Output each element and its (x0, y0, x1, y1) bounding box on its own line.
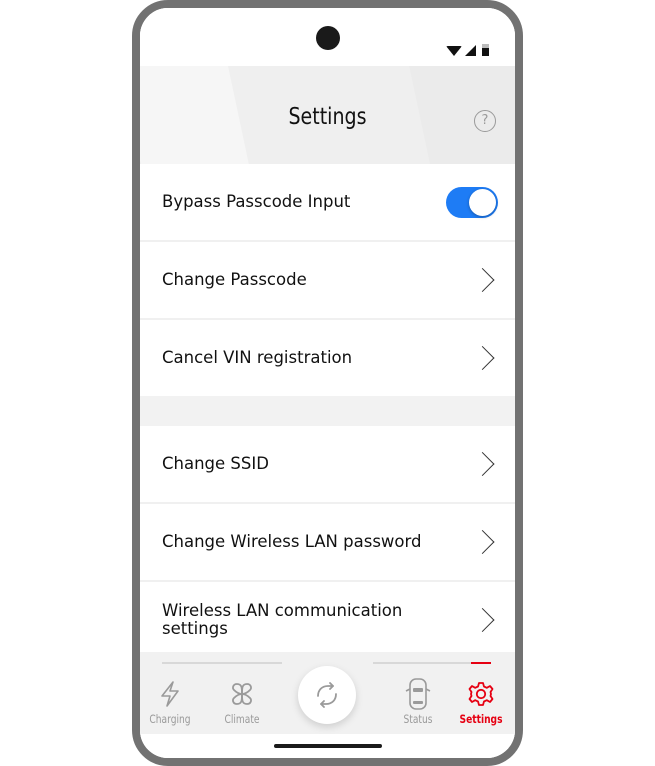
status-bar (140, 8, 515, 66)
refresh-button[interactable] (298, 666, 356, 724)
wifi-icon (446, 46, 462, 56)
signal-icon (465, 45, 476, 56)
setting-label: Change SSID (162, 454, 269, 473)
setting-label: Change Passcode (162, 270, 307, 289)
tab-charging[interactable]: Charging (140, 678, 200, 726)
toggle-knob (469, 189, 496, 216)
setting-row-cancel-vin[interactable]: Cancel VIN registration (140, 320, 515, 396)
phone-frame: Settings ? Bypass Passcode Input Change … (132, 0, 523, 766)
tab-status[interactable]: Status (388, 678, 448, 726)
tab-indicator-track (162, 662, 282, 664)
screen: Settings ? Bypass Passcode Input Change … (140, 8, 515, 758)
setting-label: Bypass Passcode Input (162, 192, 351, 211)
tab-label: Climate (224, 712, 260, 726)
gear-icon (451, 678, 511, 710)
chevron-right-icon (470, 451, 495, 477)
chevron-right-icon (470, 529, 495, 555)
setting-label: Wireless LAN communication settings (162, 601, 403, 638)
setting-row-change-passcode[interactable]: Change Passcode (140, 242, 515, 320)
bottom-tab-bar: Charging Climate Status Settings (140, 652, 515, 734)
section-divider (140, 396, 515, 426)
setting-row-bypass-passcode[interactable]: Bypass Passcode Input (140, 164, 515, 242)
chevron-right-icon (470, 607, 495, 633)
lightning-icon (140, 678, 200, 710)
tab-label: Charging (149, 712, 191, 726)
refresh-icon (317, 682, 337, 708)
setting-row-change-wlan-password[interactable]: Change Wireless LAN password (140, 504, 515, 582)
car-icon (388, 678, 448, 710)
chevron-right-icon (470, 345, 495, 371)
page-title: Settings (288, 104, 367, 130)
tab-settings[interactable]: Settings (451, 678, 511, 726)
tab-label: Settings (459, 712, 503, 726)
setting-row-change-ssid[interactable]: Change SSID (140, 426, 515, 504)
battery-icon (482, 44, 489, 56)
setting-label: Change Wireless LAN password (162, 532, 422, 551)
setting-row-wlan-communication[interactable]: Wireless LAN communication settings (140, 582, 515, 658)
front-camera (316, 26, 340, 50)
bypass-passcode-toggle[interactable] (446, 187, 498, 218)
settings-list: Bypass Passcode Input Change Passcode Ca… (140, 164, 515, 658)
setting-label: Cancel VIN registration (162, 348, 353, 367)
status-icons (446, 42, 489, 56)
tab-climate[interactable]: Climate (212, 678, 272, 726)
fan-icon (212, 678, 272, 710)
tab-label: Status (403, 712, 433, 726)
active-tab-indicator (471, 662, 491, 664)
header: Settings ? (140, 66, 515, 164)
question-circle-icon[interactable]: ? (474, 110, 496, 132)
chevron-right-icon (470, 267, 495, 293)
home-indicator[interactable] (274, 744, 382, 748)
